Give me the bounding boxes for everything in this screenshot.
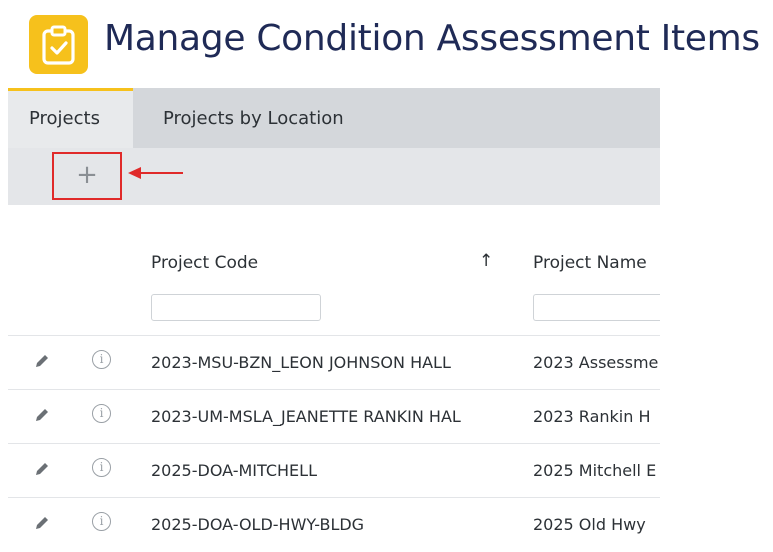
project-name-cell: 2025 Old Hwy [533, 515, 646, 534]
sort-ascending-icon[interactable]: ↑ [479, 251, 493, 271]
table-row: i 2023-UM-MSLA_JEANETTE RANKIN HAL 2023 … [8, 389, 660, 443]
project-code-cell: 2023-UM-MSLA_JEANETTE RANKIN HAL [151, 407, 461, 426]
table-row: i 2025-DOA-OLD-HWY-BLDG 2025 Old Hwy [8, 497, 660, 551]
project-code-cell: 2025-DOA-MITCHELL [151, 461, 317, 480]
red-arrow-annotation [128, 167, 183, 179]
edit-pencil-icon[interactable] [34, 353, 50, 369]
edit-pencil-icon[interactable] [34, 515, 50, 531]
grid-header: Project Code ↑ Project Name [8, 205, 660, 335]
grid-toolbar: + [8, 148, 660, 205]
column-header-project-code[interactable]: Project Code [151, 253, 258, 273]
page-header: Manage Condition Assessment Items [0, 0, 773, 88]
project-code-cell: 2023-MSU-BZN_LEON JOHNSON HALL [151, 353, 451, 372]
table-row: i 2023-MSU-BZN_LEON JOHNSON HALL 2023 As… [8, 335, 660, 389]
column-header-project-name[interactable]: Project Name [533, 253, 647, 273]
info-icon[interactable]: i [92, 512, 111, 531]
edit-pencil-icon[interactable] [34, 461, 50, 477]
add-project-button[interactable]: + [52, 152, 122, 200]
project-name-cell: 2023 Rankin H [533, 407, 651, 426]
project-name-cell: 2025 Mitchell E [533, 461, 657, 480]
tab-projects-by-location[interactable]: Projects by Location [133, 88, 344, 148]
info-icon[interactable]: i [92, 350, 111, 369]
tab-bar: Projects Projects by Location [8, 88, 660, 148]
info-icon[interactable]: i [92, 404, 111, 423]
project-code-cell: 2025-DOA-OLD-HWY-BLDG [151, 515, 365, 534]
project-code-filter-input[interactable] [151, 294, 321, 321]
tab-projects[interactable]: Projects [8, 88, 133, 148]
project-name-cell: 2023 Assessme [533, 353, 659, 372]
table-row: i 2025-DOA-MITCHELL 2025 Mitchell E [8, 443, 660, 497]
info-icon[interactable]: i [92, 458, 111, 477]
page-title: Manage Condition Assessment Items [104, 18, 760, 59]
clipboard-check-icon [29, 15, 88, 74]
edit-pencil-icon[interactable] [34, 407, 50, 423]
project-name-filter-input[interactable] [533, 294, 660, 321]
